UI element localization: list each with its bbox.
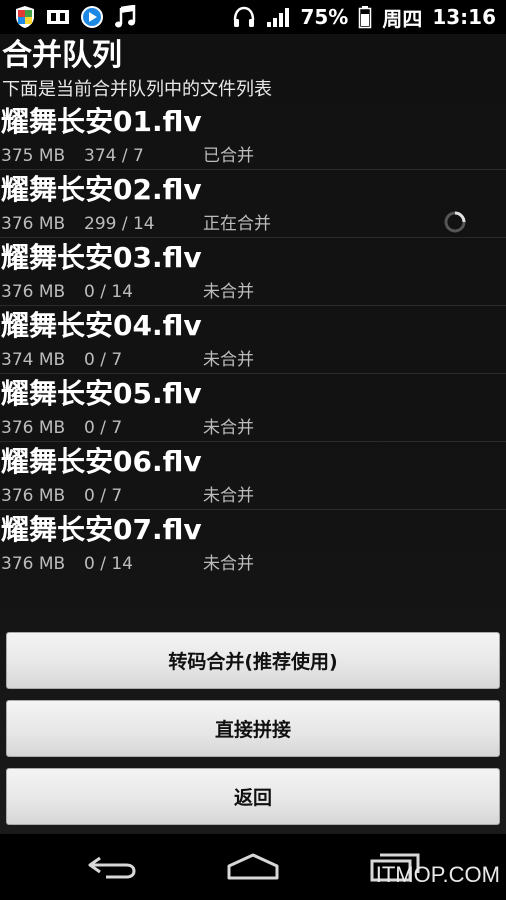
file-parts: 299 / 14 bbox=[84, 214, 155, 234]
status-day: 周四 bbox=[382, 6, 423, 31]
status-bar-right: 75% 周四 13:16 bbox=[232, 3, 496, 32]
list-item[interactable]: 耀舞长安07.flv 376 MB 0 / 14 未合并 bbox=[0, 510, 506, 578]
file-name: 耀舞长安03.flv bbox=[1, 241, 202, 274]
list-item[interactable]: 耀舞长安02.flv 376 MB 299 / 14 正在合并 bbox=[0, 170, 506, 238]
file-size: 376 MB bbox=[1, 282, 66, 302]
flipboard-icon bbox=[46, 7, 70, 27]
file-list: 耀舞长安01.flv 375 MB 374 / 7 已合并 耀舞长安02.flv… bbox=[0, 102, 506, 578]
file-size: 376 MB bbox=[1, 214, 66, 234]
page-title: 合并队列 bbox=[2, 38, 122, 73]
file-name: 耀舞长安01.flv bbox=[1, 105, 202, 138]
direct-concat-button[interactable]: 直接拼接 bbox=[6, 700, 500, 757]
battery-percent: 75% bbox=[300, 5, 349, 29]
file-size: 374 MB bbox=[1, 350, 66, 370]
home-icon[interactable] bbox=[225, 852, 281, 886]
shield-icon bbox=[14, 5, 36, 29]
back-icon[interactable] bbox=[86, 852, 138, 886]
navigation-bar: ITMOP.COM bbox=[0, 834, 506, 900]
file-status: 未合并 bbox=[203, 554, 254, 574]
transcode-merge-button[interactable]: 转码合并(推荐使用) bbox=[6, 632, 500, 689]
file-size: 376 MB bbox=[1, 554, 66, 574]
file-parts: 0 / 7 bbox=[84, 350, 123, 370]
headphones-icon bbox=[232, 6, 256, 28]
file-name: 耀舞长安06.flv bbox=[1, 445, 202, 478]
file-parts: 0 / 14 bbox=[84, 554, 133, 574]
list-item[interactable]: 耀舞长安04.flv 374 MB 0 / 7 未合并 bbox=[0, 306, 506, 374]
file-name: 耀舞长安02.flv bbox=[1, 173, 202, 206]
file-status: 正在合并 bbox=[203, 214, 271, 234]
file-size: 375 MB bbox=[1, 146, 66, 166]
file-parts: 0 / 7 bbox=[84, 486, 123, 506]
file-name: 耀舞长安04.flv bbox=[1, 309, 202, 342]
battery-icon bbox=[358, 5, 372, 29]
file-parts: 0 / 7 bbox=[84, 418, 123, 438]
file-status: 未合并 bbox=[203, 350, 254, 370]
watermark: ITMOP.COM bbox=[375, 862, 500, 887]
file-status: 已合并 bbox=[203, 146, 254, 166]
loading-spinner-icon bbox=[443, 210, 467, 234]
file-parts: 374 / 7 bbox=[84, 146, 144, 166]
file-status: 未合并 bbox=[203, 418, 254, 438]
back-button[interactable]: 返回 bbox=[6, 768, 500, 825]
list-item[interactable]: 耀舞长安03.flv 376 MB 0 / 14 未合并 bbox=[0, 238, 506, 306]
list-item[interactable]: 耀舞长安06.flv 376 MB 0 / 7 未合并 bbox=[0, 442, 506, 510]
signal-icon bbox=[266, 6, 290, 28]
status-bar: 75% 周四 13:16 bbox=[0, 0, 506, 34]
file-name: 耀舞长安07.flv bbox=[1, 513, 202, 546]
file-name: 耀舞长安05.flv bbox=[1, 377, 202, 410]
file-status: 未合并 bbox=[203, 282, 254, 302]
page-subtitle: 下面是当前合并队列中的文件列表 bbox=[2, 79, 272, 100]
file-status: 未合并 bbox=[203, 486, 254, 506]
list-item[interactable]: 耀舞长安05.flv 376 MB 0 / 7 未合并 bbox=[0, 374, 506, 442]
merge-queue-screen: 75% 周四 13:16 合并队列 下面是当前合并队列中的文件列表 耀舞长安01… bbox=[0, 0, 506, 900]
file-size: 376 MB bbox=[1, 486, 66, 506]
status-bar-left bbox=[14, 5, 136, 29]
file-size: 376 MB bbox=[1, 418, 66, 438]
status-clock: 13:16 bbox=[432, 5, 496, 29]
music-note-icon bbox=[114, 5, 136, 29]
list-item[interactable]: 耀舞长安01.flv 375 MB 374 / 7 已合并 bbox=[0, 102, 506, 170]
file-parts: 0 / 14 bbox=[84, 282, 133, 302]
play-icon bbox=[80, 5, 104, 29]
